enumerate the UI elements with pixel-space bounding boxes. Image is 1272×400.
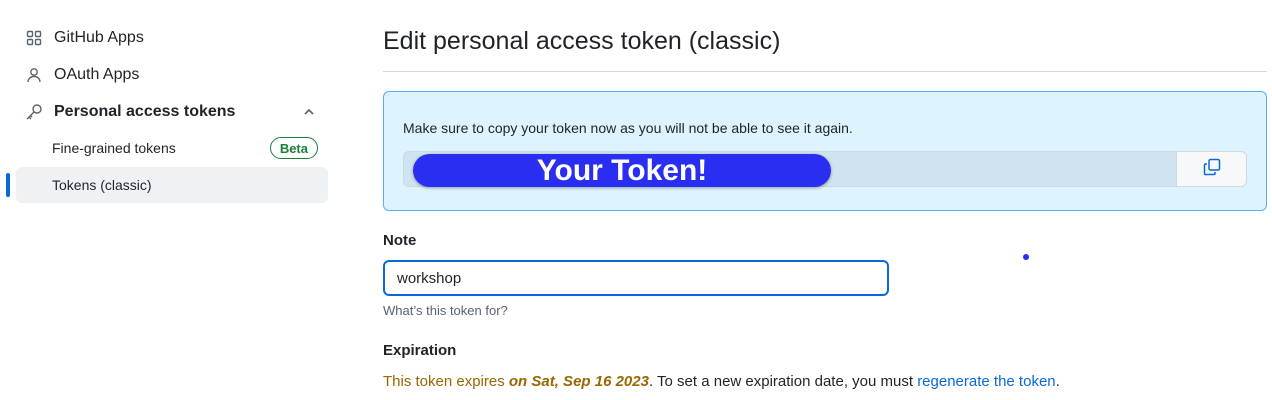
sidebar-item-fine-grained-tokens[interactable]: Fine-grained tokens Beta [16, 130, 328, 166]
settings-sidebar: GitHub Apps OAuth Apps Personal access t… [0, 0, 340, 400]
title-divider [383, 71, 1267, 72]
sidebar-item-label: Fine-grained tokens [52, 140, 176, 156]
expiration-period: . [1055, 373, 1060, 390]
copy-icon [1203, 158, 1221, 181]
chevron-up-icon[interactable] [300, 103, 318, 121]
note-hint: What’s this token for? [383, 303, 508, 318]
sidebar-item-label: Personal access tokens [54, 103, 236, 120]
beta-badge: Beta [269, 137, 318, 159]
expiration-warning-text: This token expires [383, 373, 509, 390]
sidebar-item-github-apps[interactable]: GitHub Apps [16, 20, 328, 56]
apps-grid-icon [24, 28, 44, 48]
sidebar-item-label: GitHub Apps [54, 29, 144, 46]
expiration-label: Expiration [383, 342, 457, 359]
person-icon [24, 65, 44, 85]
key-icon [24, 102, 44, 122]
token-field[interactable]: Your Token! [403, 151, 1247, 187]
expiration-text: This token expires on Sat, Sep 16 2023. … [383, 373, 1060, 390]
sidebar-item-label: OAuth Apps [54, 66, 140, 83]
expiration-date: on Sat, Sep 16 2023 [508, 373, 649, 390]
copy-token-flash: Make sure to copy your token now as you … [383, 91, 1267, 211]
expiration-instruction: . To set a new expiration date, you must [648, 373, 918, 390]
sidebar-item-tokens-classic[interactable]: Tokens (classic) [16, 167, 328, 203]
active-indicator [6, 173, 10, 197]
token-redaction-overlay: Your Token! [413, 154, 831, 187]
page-title: Edit personal access token (classic) [383, 27, 781, 55]
sidebar-item-label: Tokens (classic) [52, 177, 152, 193]
copy-token-button[interactable] [1176, 151, 1247, 187]
note-input[interactable] [383, 260, 889, 296]
cursor-dot [1023, 254, 1029, 260]
sidebar-item-personal-access-tokens[interactable]: Personal access tokens [16, 94, 328, 130]
note-label: Note [383, 232, 417, 249]
main-content: Edit personal access token (classic) Mak… [383, 0, 1267, 400]
flash-message: Make sure to copy your token now as you … [403, 120, 853, 136]
regenerate-token-link[interactable]: regenerate the token [917, 373, 1055, 390]
sidebar-item-oauth-apps[interactable]: OAuth Apps [16, 57, 328, 93]
